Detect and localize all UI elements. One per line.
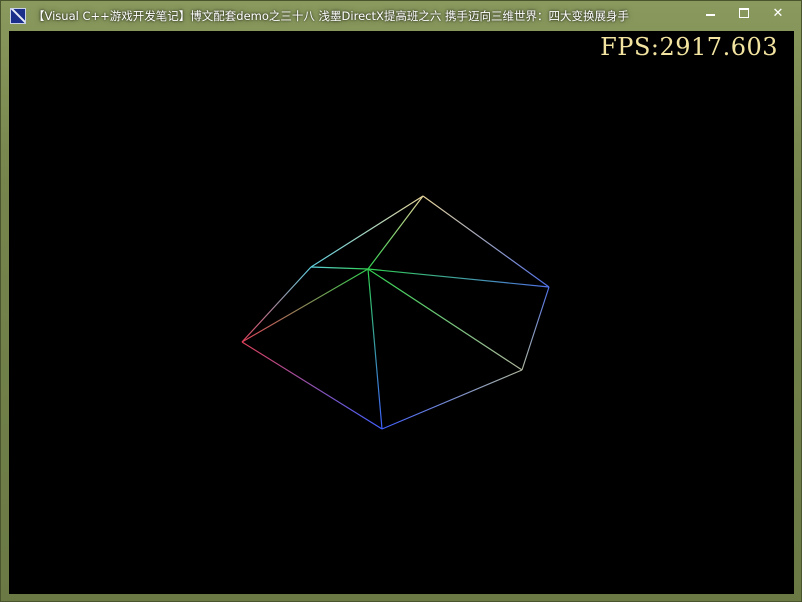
mesh-edge-apex-right	[422, 195, 550, 288]
mesh-edge-apex-top-left	[310, 195, 424, 268]
window-controls: ✕	[693, 1, 795, 25]
mesh-edge-left-bottom	[241, 341, 383, 430]
mesh-edge-center-right	[367, 268, 550, 288]
mesh-edge-top-left-center	[310, 266, 369, 270]
mesh-edge-bottom-bottom-right	[381, 369, 523, 430]
mesh-edge-center-left	[241, 268, 369, 343]
fps-counter: FPS:2917.603	[600, 33, 778, 61]
mesh-edge-center-bottom-right	[367, 268, 523, 371]
render-viewport[interactable]: FPS:2917.603	[9, 31, 794, 594]
close-icon[interactable]: ✕	[761, 1, 795, 25]
mesh-edge-center-bottom	[367, 268, 383, 430]
window-title: 【Visual C++游戏开发笔记】博文配套demo之三十八 浅墨DirectX…	[33, 9, 630, 23]
minimize-icon[interactable]	[693, 1, 727, 25]
maximize-icon[interactable]	[727, 1, 761, 25]
mesh-edge-right-bottom-right	[521, 286, 550, 371]
wireframe-mesh	[241, 195, 550, 430]
title-bar[interactable]: 【Visual C++游戏开发笔记】博文配套demo之三十八 浅墨DirectX…	[1, 1, 801, 31]
mesh-edge-apex-center	[367, 195, 424, 270]
app-icon[interactable]	[10, 8, 26, 24]
mesh-edge-top-left-left	[241, 266, 312, 343]
app-window: 【Visual C++游戏开发笔记】博文配套demo之三十八 浅墨DirectX…	[0, 0, 802, 602]
